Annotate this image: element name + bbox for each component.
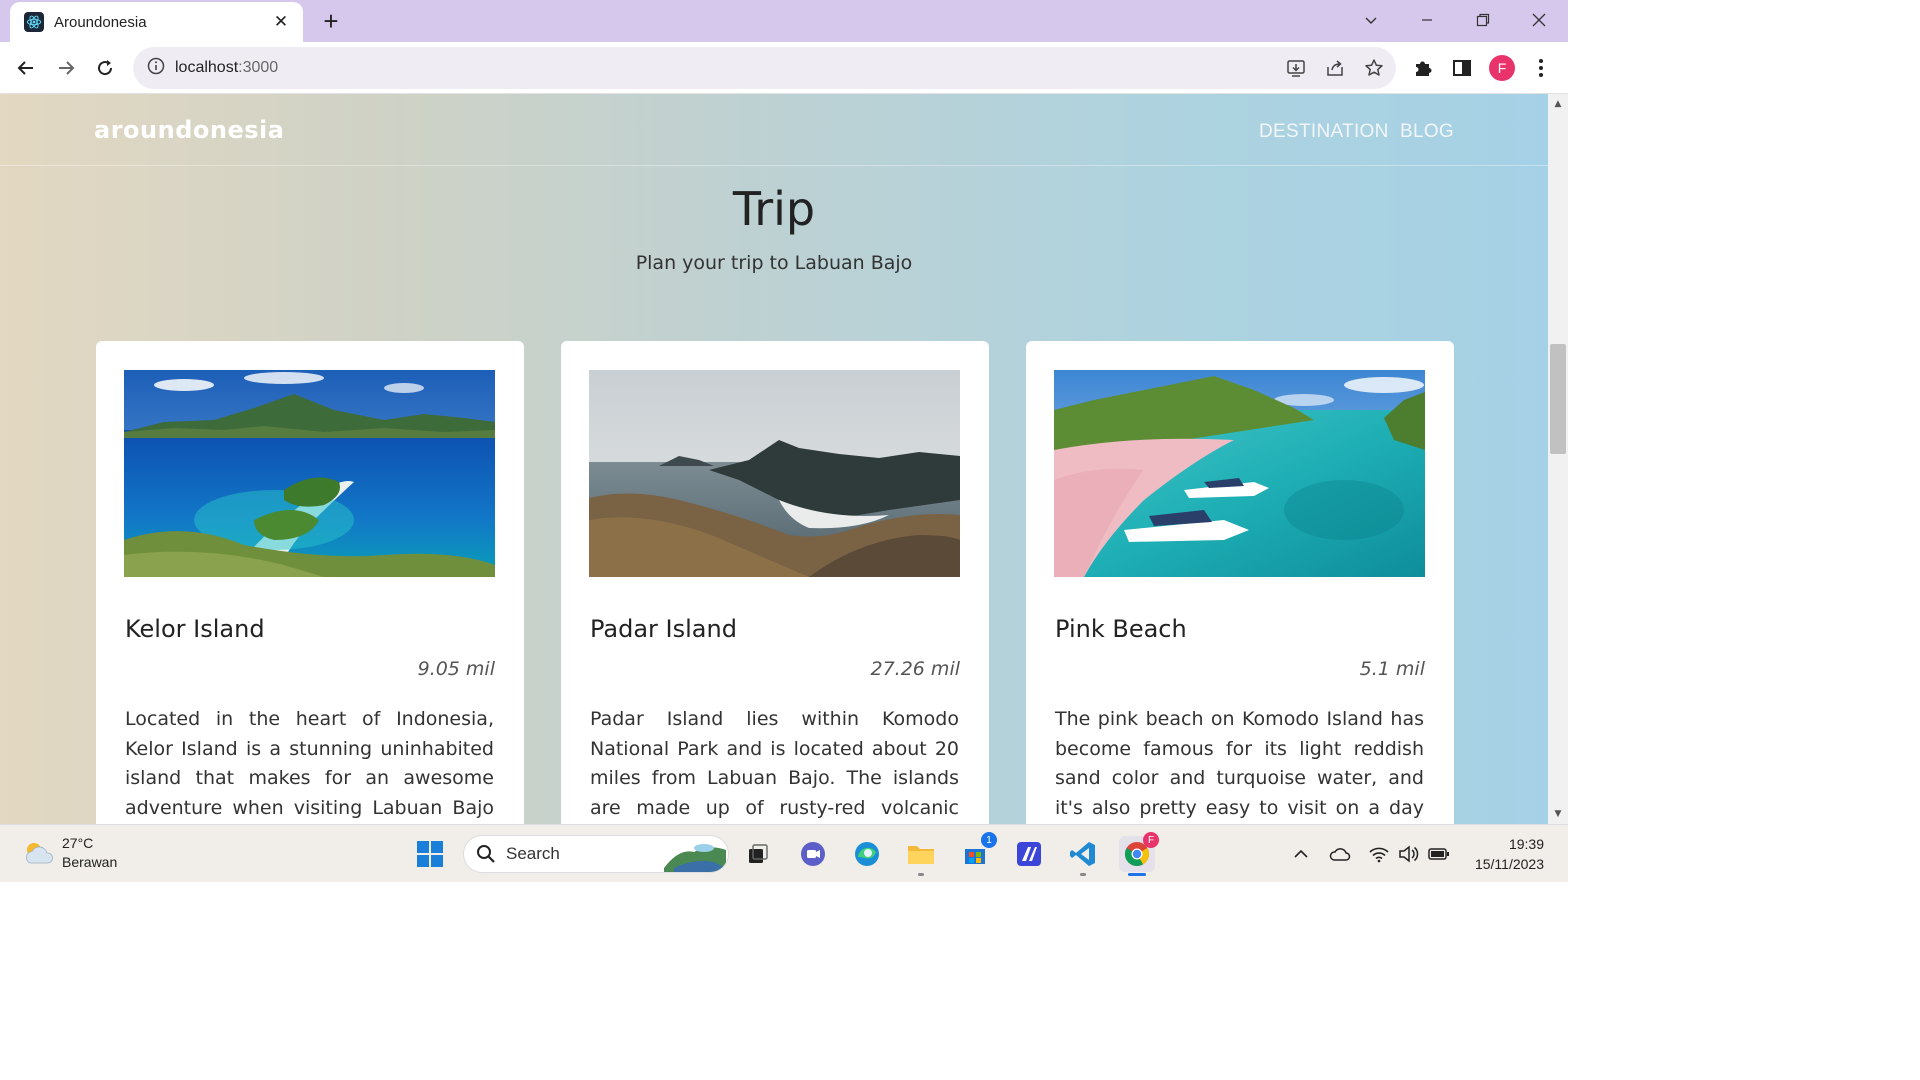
tab-title: Aroundonesia <box>54 13 147 31</box>
back-arrow-icon[interactable] <box>12 54 40 82</box>
weather-temp: 27°C <box>62 835 94 851</box>
edge-browser-icon[interactable] <box>849 836 885 872</box>
store-notification-badge: 1 <box>981 832 997 848</box>
destination-card-kelor[interactable]: Kelor Island 9.05 mil Located in the hea… <box>96 341 524 824</box>
wifi-icon[interactable] <box>1368 843 1390 865</box>
tab-strip: Aroundonesia ✕ + <box>0 0 1568 42</box>
running-indicator <box>918 873 924 876</box>
url-port: :3000 <box>238 59 279 76</box>
nav-link-blog[interactable]: BLOG <box>1400 121 1454 143</box>
microsoft-store-icon[interactable]: 1 <box>957 832 997 872</box>
destination-card-pink-beach[interactable]: Pink Beach 5.1 mil The pink beach on Kom… <box>1026 341 1454 824</box>
minimize-button[interactable] <box>1404 6 1450 34</box>
profile-avatar[interactable]: F <box>1489 55 1515 81</box>
forward-arrow-icon[interactable] <box>52 54 80 82</box>
clock-date: 15/11/2023 <box>1474 856 1544 872</box>
address-bar[interactable]: localhost:3000 <box>133 47 1396 89</box>
padar-island-image <box>589 370 960 577</box>
page-title: Trip <box>732 182 816 236</box>
active-indicator <box>1128 873 1146 876</box>
card-description: The pink beach on Komodo Island has beco… <box>1055 708 1424 819</box>
destination-card-padar[interactable]: Padar Island 27.26 mil Padar Island lies… <box>561 341 989 824</box>
system-clock[interactable]: 19:39 15/11/2023 <box>1475 834 1544 874</box>
windows-start-icon[interactable] <box>412 836 448 872</box>
nav-link-destination[interactable]: DESTINATION <box>1259 121 1389 143</box>
url-host: localhost <box>175 59 239 76</box>
card-title: Pink Beach <box>1055 615 1187 643</box>
file-explorer-icon[interactable] <box>903 836 939 876</box>
card-title: Kelor Island <box>125 615 265 643</box>
search-highlight-landscape-icon <box>664 844 726 872</box>
new-tab-button[interactable]: + <box>318 8 344 34</box>
card-distance: 27.26 mil <box>870 658 961 680</box>
react-favicon-icon <box>24 12 44 32</box>
weather-widget[interactable]: 27°C Berawan <box>22 834 117 872</box>
site-header: aroundonesia DESTINATION BLOG <box>0 94 1548 166</box>
show-hidden-icons-chevron-icon[interactable] <box>1290 843 1312 865</box>
extensions-puzzle-icon[interactable] <box>1410 55 1436 81</box>
site-info-icon[interactable] <box>147 57 165 79</box>
page-scrollbar[interactable]: ▲ ▼ <box>1548 94 1568 824</box>
taskbar-search[interactable]: Search <box>463 835 729 873</box>
bookmark-star-icon[interactable] <box>1363 57 1385 79</box>
card-title: Padar Island <box>590 615 737 643</box>
profile-initial: F <box>1489 55 1515 81</box>
search-placeholder: Search <box>506 844 560 863</box>
search-icon <box>477 845 495 863</box>
card-distance: 5.1 mil <box>1359 658 1425 680</box>
weather-desc: Berawan <box>62 854 118 870</box>
ai-writer-app-icon[interactable] <box>1011 836 1047 872</box>
teams-chat-icon[interactable] <box>795 836 831 872</box>
scroll-down-arrow-icon[interactable]: ▼ <box>1548 806 1568 822</box>
url-text: localhost:3000 <box>175 59 278 77</box>
address-toolbar: localhost:3000 F <box>0 42 1568 94</box>
page-viewport: aroundonesia DESTINATION BLOG Trip Plan … <box>0 94 1548 824</box>
page-subtitle: Plan your trip to Labuan Bajo <box>635 252 913 274</box>
scroll-thumb[interactable] <box>1550 344 1566 454</box>
share-icon[interactable] <box>1324 57 1346 79</box>
card-description: Located in the heart of Indonesia, Kelor… <box>125 708 494 819</box>
vscode-icon[interactable] <box>1065 836 1101 876</box>
chrome-browser-icon[interactable]: F <box>1119 832 1159 876</box>
card-description: Padar Island lies within Komodo National… <box>590 708 959 819</box>
tab-close-icon[interactable]: ✕ <box>271 12 291 32</box>
side-panel-icon[interactable] <box>1449 55 1475 81</box>
kelor-island-image <box>124 370 495 577</box>
volume-icon[interactable] <box>1398 843 1420 865</box>
tab-search-chevron-icon[interactable] <box>1348 6 1394 34</box>
chrome-profile-badge: F <box>1143 832 1159 848</box>
site-logo[interactable]: aroundonesia <box>94 116 284 144</box>
onedrive-cloud-icon[interactable] <box>1329 843 1351 865</box>
battery-icon[interactable] <box>1428 843 1450 865</box>
reload-icon[interactable] <box>91 54 119 82</box>
scroll-up-arrow-icon[interactable]: ▲ <box>1548 96 1568 112</box>
restore-button[interactable] <box>1460 6 1506 34</box>
browser-menu-kebab-icon[interactable] <box>1528 55 1554 81</box>
partly-cloudy-icon <box>26 843 53 864</box>
install-app-icon[interactable] <box>1285 57 1307 79</box>
pink-beach-image <box>1054 370 1425 577</box>
windows-taskbar: 27°C Berawan Search 1 F 19:39 15/11/2023 <box>0 824 1568 882</box>
browser-tab[interactable]: Aroundonesia ✕ <box>10 2 303 42</box>
clock-time: 19:39 <box>1508 836 1544 852</box>
card-distance: 9.05 mil <box>417 658 495 680</box>
running-indicator <box>1080 873 1086 876</box>
close-window-button[interactable] <box>1516 6 1562 34</box>
task-view-icon[interactable] <box>740 836 776 872</box>
